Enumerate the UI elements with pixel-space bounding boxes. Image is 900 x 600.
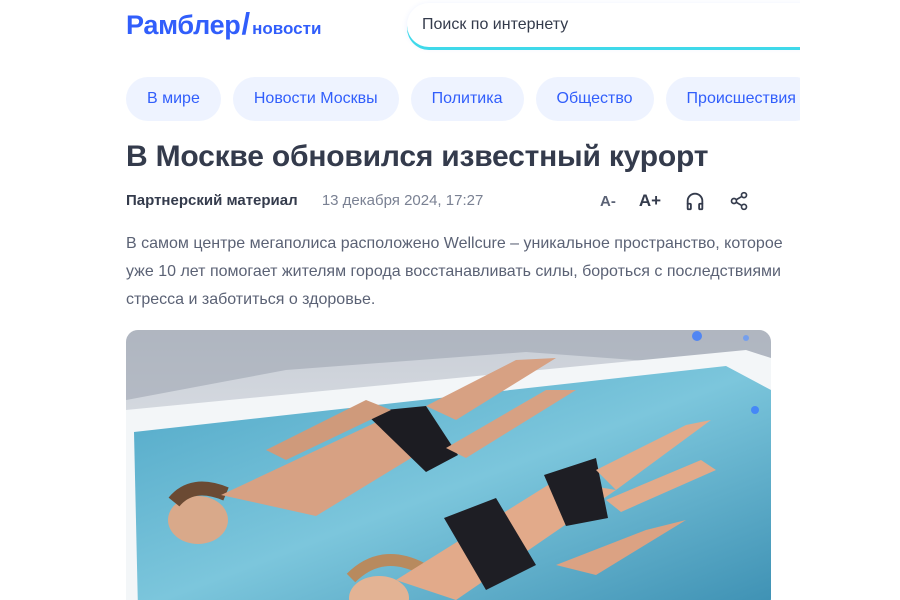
article-source: Партнерский материал [126,192,298,209]
category-chip-world[interactable]: В мире [126,77,221,121]
article-title: В Москве обновился известный курорт [126,140,709,173]
logo-news: новости [252,19,322,38]
search-input[interactable]: Поиск по интернету [407,3,800,47]
share-icon [730,191,748,211]
logo-rambler: Рамблер [126,10,241,40]
page: Рамблер / новости Поиск по интернету В м… [100,0,800,600]
font-increase-button[interactable]: A+ [639,188,661,214]
search-placeholder: Поиск по интернету [422,16,569,33]
category-chip-incidents[interactable]: Происшествия [665,77,800,121]
spa-photo [126,330,771,600]
article-date: 13 декабря 2024, 17:27 [321,192,484,209]
category-chip-moscow[interactable]: Новости Москвы [232,77,399,121]
headphones-icon [686,192,704,211]
rambler-news-logo[interactable]: Рамблер / новости [126,6,321,42]
listen-button[interactable] [684,188,706,214]
logo-slash: / [241,6,251,41]
article-lead: В самом центре мегаполиса расположено We… [126,235,783,308]
category-nav: В мире Новости Москвы Политика Общество … [126,77,800,121]
share-button[interactable] [729,188,749,214]
article-image [126,330,771,600]
site-header: Рамблер / новости Поиск по интернету [100,0,800,58]
article-meta: Партнерский материал 13 декабря 2024, 17… [126,192,483,212]
font-decrease-button[interactable]: A- [600,188,616,214]
article-tools: A- A+ [600,188,772,214]
category-chip-society[interactable]: Общество [535,77,654,121]
category-chip-politics[interactable]: Политика [410,77,524,121]
